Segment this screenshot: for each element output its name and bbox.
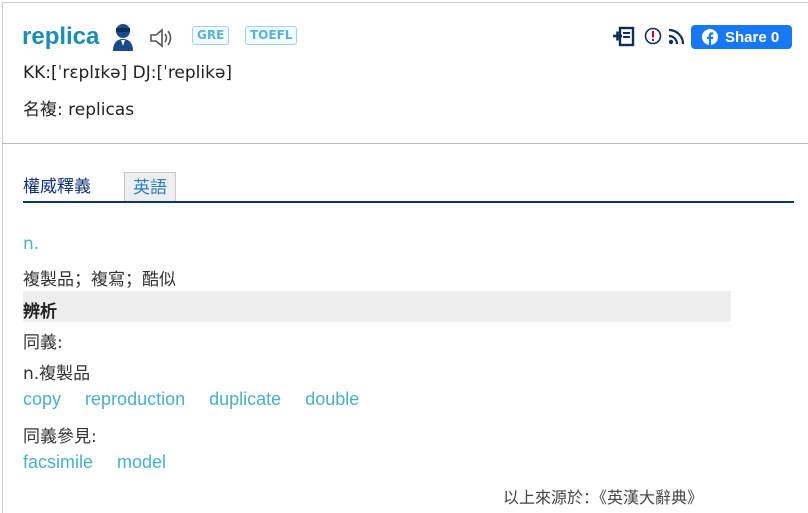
synonym-link[interactable]: double bbox=[305, 389, 359, 409]
analysis-header-bar bbox=[23, 291, 731, 322]
see-also-link[interactable]: facsimile bbox=[23, 452, 93, 472]
speaker-icon[interactable] bbox=[149, 27, 175, 49]
definition: 複製品；複寫；酷似 bbox=[23, 270, 176, 290]
synonym-link[interactable]: duplicate bbox=[209, 389, 281, 409]
toefl-badge[interactable]: TOEFL bbox=[245, 26, 298, 45]
tab-english[interactable]: 英語 bbox=[124, 172, 176, 202]
facebook-share-button[interactable]: Share 0 bbox=[691, 25, 792, 49]
synonym-links: copy reproduction duplicate double bbox=[23, 389, 378, 410]
see-also-link[interactable]: model bbox=[117, 452, 166, 472]
facebook-icon bbox=[702, 29, 718, 45]
headword: replica bbox=[22, 23, 100, 50]
source-attribution: 以上來源於：《英漢大辭典》 bbox=[503, 488, 704, 507]
synonym-link[interactable]: reproduction bbox=[85, 389, 185, 409]
share-label: Share bbox=[725, 28, 767, 46]
tab-underline bbox=[23, 201, 794, 203]
see-also-links: facsimile model bbox=[23, 452, 185, 473]
part-of-speech: n. bbox=[23, 234, 40, 254]
share-count: 0 bbox=[770, 28, 780, 46]
add-to-wordlist-icon[interactable] bbox=[613, 25, 635, 47]
analysis-heading: 辨析 bbox=[23, 302, 57, 322]
plural-form: 名複: replicas bbox=[23, 100, 135, 120]
synonyms-pos: n.複製品 bbox=[23, 364, 91, 384]
report-icon[interactable] bbox=[644, 27, 662, 45]
person-speaker-icon[interactable] bbox=[110, 22, 136, 52]
tab-authoritative-definition[interactable]: 權威釋義 bbox=[23, 172, 91, 197]
synonym-link[interactable]: copy bbox=[23, 389, 61, 409]
synonyms-label: 同義: bbox=[23, 333, 63, 353]
pronunciation: KK:[ˈrɛplɪkə] DJ:[ˈreplikə] bbox=[23, 63, 233, 83]
see-also-label: 同義參見: bbox=[23, 427, 97, 447]
gre-badge[interactable]: GRE bbox=[192, 26, 230, 45]
rss-icon[interactable] bbox=[668, 28, 685, 45]
